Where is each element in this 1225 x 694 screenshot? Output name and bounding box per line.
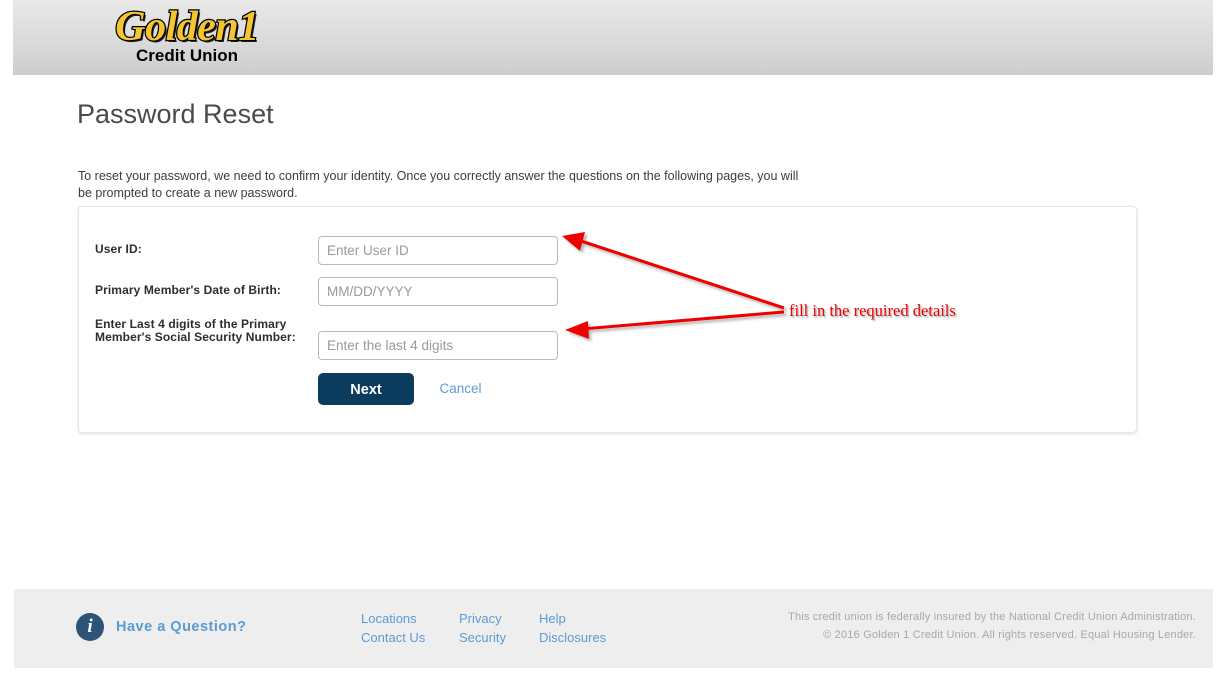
label-ssn-last4: Enter Last 4 digits of the Primary Membe… — [95, 317, 296, 344]
site-footer: i Have a Question? Locations Contact Us … — [14, 589, 1213, 668]
cancel-link[interactable]: Cancel — [439, 373, 481, 405]
golden1-logo[interactable]: Golden1 Credit Union — [92, 4, 282, 71]
date-of-birth-input[interactable] — [318, 277, 558, 306]
footer-link-column-1: Locations Contact Us — [361, 610, 425, 647]
ssn-last4-input[interactable] — [318, 331, 558, 360]
info-icon: i — [76, 613, 104, 641]
password-reset-form-card: User ID: Primary Member's Date of Birth:… — [78, 206, 1137, 433]
footer-link-locations[interactable]: Locations — [361, 610, 425, 629]
footer-link-disclosures[interactable]: Disclosures — [539, 629, 606, 648]
footer-legal-line-2: © 2016 Golden 1 Credit Union. All rights… — [823, 628, 1196, 641]
site-header: Golden1 Credit Union — [13, 0, 1213, 75]
footer-link-column-2: Privacy Security — [459, 610, 506, 647]
intro-text: To reset your password, we need to confi… — [78, 168, 799, 200]
footer-link-contact-us[interactable]: Contact Us — [361, 629, 425, 648]
have-a-question-label[interactable]: Have a Question? — [116, 619, 246, 635]
next-button[interactable]: Next — [318, 373, 414, 405]
footer-legal-text: This credit union is federally insured b… — [788, 609, 1196, 644]
label-user-id: User ID: — [95, 242, 142, 256]
footer-link-help[interactable]: Help — [539, 610, 606, 629]
have-a-question-block[interactable]: i Have a Question? — [76, 613, 246, 641]
footer-legal-line-1: This credit union is federally insured b… — [788, 611, 1196, 623]
logo-wordmark: Golden1 — [114, 4, 261, 51]
label-date-of-birth: Primary Member's Date of Birth: — [95, 283, 282, 297]
footer-link-security[interactable]: Security — [459, 629, 506, 648]
footer-link-privacy[interactable]: Privacy — [459, 610, 506, 629]
page-title: Password Reset — [77, 99, 274, 129]
form-actions: Next Cancel — [318, 373, 481, 405]
user-id-input[interactable] — [318, 236, 558, 265]
footer-link-column-3: Help Disclosures — [539, 610, 606, 647]
